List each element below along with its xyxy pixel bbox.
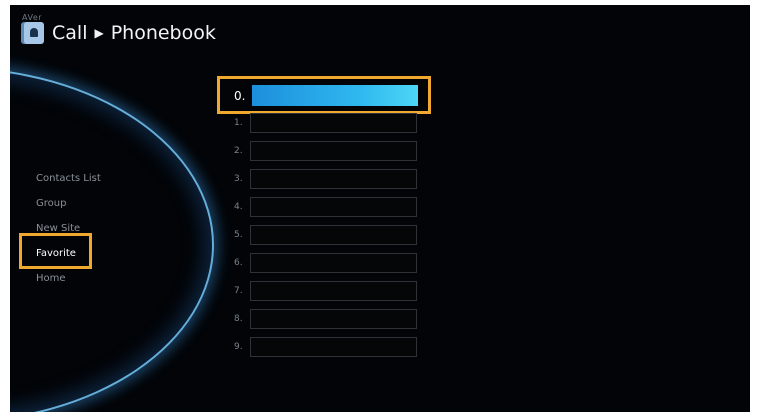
slot-number: 4. bbox=[234, 202, 243, 212]
slot-number: 6. bbox=[234, 258, 243, 268]
slot-field[interactable] bbox=[250, 141, 417, 161]
slot-field[interactable] bbox=[250, 281, 417, 301]
favorite-slot-6[interactable]: 6. bbox=[234, 253, 417, 273]
slot-number: 9. bbox=[234, 342, 243, 352]
slot-number: 3. bbox=[234, 174, 243, 184]
breadcrumb-arrow-icon: ▶ bbox=[94, 26, 104, 40]
tv-screen: AVer Call ▶ Phonebook Contacts List Grou… bbox=[10, 5, 750, 412]
slot-field[interactable] bbox=[250, 169, 417, 189]
brand-logo: AVer bbox=[22, 13, 43, 22]
slot-field[interactable] bbox=[250, 225, 417, 245]
favorite-slot-1[interactable]: 1. bbox=[234, 113, 417, 133]
slot-field[interactable] bbox=[250, 253, 417, 273]
favorite-slot-2[interactable]: 2. bbox=[234, 141, 417, 161]
slot-number: 1. bbox=[234, 118, 243, 128]
breadcrumb: Call ▶ Phonebook bbox=[52, 22, 216, 44]
breadcrumb-call: Call bbox=[52, 22, 88, 44]
slot-number: 5. bbox=[234, 230, 243, 240]
slot-number: 7. bbox=[234, 286, 243, 296]
slot-field[interactable] bbox=[250, 337, 417, 357]
favorite-slot-7[interactable]: 7. bbox=[234, 281, 417, 301]
phonebook-icon bbox=[24, 22, 44, 44]
menu-item-contacts-list[interactable]: Contacts List bbox=[36, 171, 101, 196]
menu-item-home[interactable]: Home bbox=[36, 271, 101, 296]
favorite-slot-0[interactable]: 0. bbox=[234, 85, 418, 106]
menu-item-group[interactable]: Group bbox=[36, 196, 101, 221]
favorite-slot-5[interactable]: 5. bbox=[234, 225, 417, 245]
page-header: Call ▶ Phonebook bbox=[24, 22, 216, 44]
breadcrumb-phonebook: Phonebook bbox=[110, 22, 216, 44]
favorite-slot-8[interactable]: 8. bbox=[234, 309, 417, 329]
slot-number: 2. bbox=[234, 146, 243, 156]
favorite-slot-3[interactable]: 3. bbox=[234, 169, 417, 189]
favorite-slot-9[interactable]: 9. bbox=[234, 337, 417, 357]
slot-field[interactable] bbox=[250, 197, 417, 217]
slot-number: 8. bbox=[234, 314, 243, 324]
slot-number: 0. bbox=[234, 88, 246, 103]
slot-field[interactable] bbox=[252, 85, 418, 106]
slot-field[interactable] bbox=[250, 309, 417, 329]
slot-field[interactable] bbox=[250, 113, 417, 133]
favorite-slot-4[interactable]: 4. bbox=[234, 197, 417, 217]
menu-focus-highlight bbox=[19, 233, 92, 269]
